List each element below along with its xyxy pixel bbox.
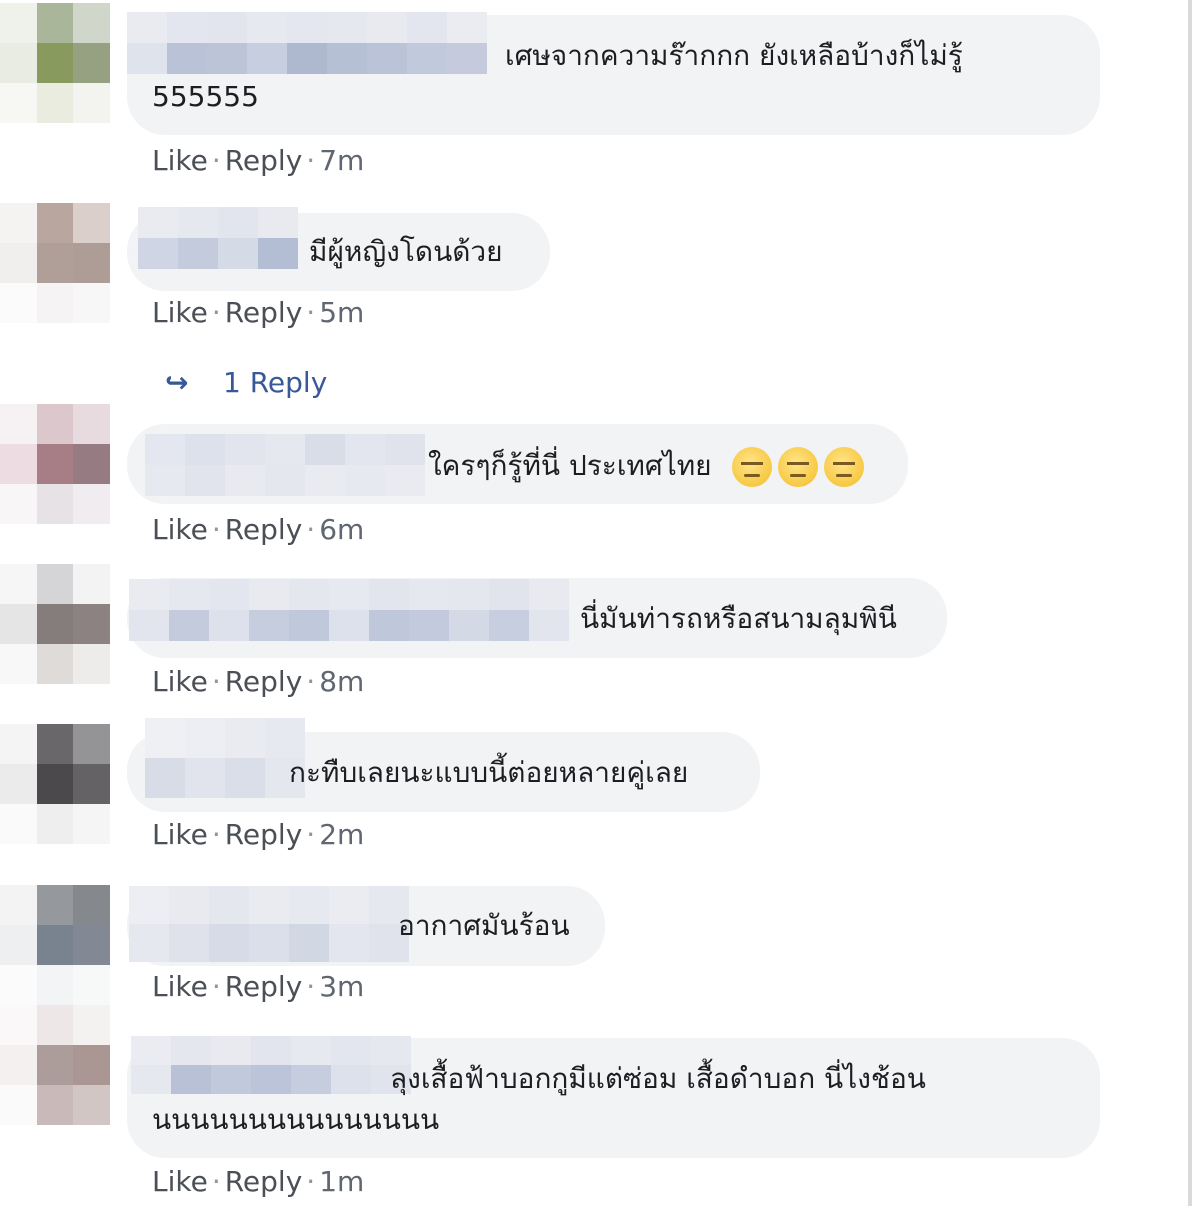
expressionless-face-icon: [778, 447, 819, 487]
reply-button[interactable]: Reply: [225, 296, 303, 329]
comment-actions: Like · Reply · 5m: [152, 295, 364, 331]
comment-text: เศษจากความร๊ากกก ยังเหลือบ้างก็ไม่รู้: [505, 39, 963, 72]
timestamp[interactable]: 5m: [319, 296, 364, 329]
comment-actions: Like · Reply · 7m: [152, 143, 364, 179]
separator: ·: [306, 513, 316, 546]
like-button[interactable]: Like: [152, 1165, 208, 1198]
timestamp[interactable]: 8m: [319, 665, 364, 698]
like-button[interactable]: Like: [152, 513, 208, 546]
like-button[interactable]: Like: [152, 665, 208, 698]
reply-button[interactable]: Reply: [225, 1165, 303, 1198]
blurred-author-name[interactable]: [145, 718, 305, 798]
like-button[interactable]: Like: [152, 296, 208, 329]
comment-text: กะทืบเลยนะแบบนี้ต่อยหลายคู่เลย: [289, 756, 689, 789]
comment-actions: Like · Reply · 3m: [152, 969, 364, 1005]
comment-actions: Like · Reply · 8m: [152, 664, 364, 700]
reply-button[interactable]: Reply: [225, 144, 303, 177]
scrollbar[interactable]: [1188, 0, 1192, 1206]
avatar[interactable]: [0, 404, 110, 524]
comment-text: อากาศมันร้อน: [398, 909, 570, 942]
avatar[interactable]: [0, 3, 110, 123]
comment-actions: Like · Reply · 6m: [152, 512, 364, 548]
timestamp[interactable]: 1m: [319, 1165, 364, 1198]
comment-text-continued: นนนนนนนนนนนนนนน: [152, 1103, 440, 1136]
like-button[interactable]: Like: [152, 818, 208, 851]
comment-text-label: ใครๆก็รู้ที่นี่ ประเทศไทย: [428, 449, 712, 482]
reply-button[interactable]: Reply: [225, 970, 303, 1003]
separator: ·: [211, 818, 221, 851]
timestamp[interactable]: 7m: [319, 144, 364, 177]
reply-button[interactable]: Reply: [225, 513, 303, 546]
avatar[interactable]: [0, 564, 110, 684]
separator: ·: [211, 665, 221, 698]
reply-button[interactable]: Reply: [225, 818, 303, 851]
separator: ·: [211, 513, 221, 546]
timestamp[interactable]: 6m: [319, 513, 364, 546]
separator: ·: [211, 970, 221, 1003]
separator: ·: [211, 296, 221, 329]
timestamp[interactable]: 2m: [319, 818, 364, 851]
separator: ·: [306, 1165, 316, 1198]
like-button[interactable]: Like: [152, 970, 208, 1003]
blurred-author-name[interactable]: [138, 207, 298, 269]
separator: ·: [306, 296, 316, 329]
view-replies-link[interactable]: ↪ 1 Reply: [165, 364, 327, 402]
comment-text: ใครๆก็รู้ที่นี่ ประเทศไทย: [428, 446, 865, 487]
comment-text: นี่มันท่ารถหรือสนามลุมพินี: [580, 602, 897, 635]
avatar[interactable]: [0, 885, 110, 1005]
blurred-author-name[interactable]: [129, 886, 409, 962]
blurred-author-name[interactable]: [129, 579, 569, 641]
comment-text: มีผู้หญิงโดนด้วย: [309, 235, 503, 268]
comment-text: ลุงเสื้อฟ้าบอกกูมีแต่ซ่อม เสื้อดำบอก นี่…: [390, 1062, 926, 1095]
reply-arrow-icon: ↪: [165, 366, 189, 399]
separator: ·: [211, 144, 221, 177]
like-button[interactable]: Like: [152, 144, 208, 177]
timestamp[interactable]: 3m: [319, 970, 364, 1003]
view-replies-label: 1 Reply: [223, 366, 328, 399]
comment-text-continued: 555555: [152, 80, 259, 113]
blurred-author-name[interactable]: [145, 434, 425, 496]
blurred-author-name[interactable]: [131, 1036, 411, 1094]
separator: ·: [211, 1165, 221, 1198]
expressionless-face-icon: [824, 447, 865, 487]
expressionless-face-icon: [732, 447, 773, 487]
avatar[interactable]: [0, 203, 110, 323]
avatar[interactable]: [0, 1005, 110, 1125]
separator: ·: [306, 665, 316, 698]
comment-actions: Like · Reply · 2m: [152, 817, 364, 853]
avatar[interactable]: [0, 724, 110, 844]
comment-actions: Like · Reply · 1m: [152, 1164, 364, 1200]
blurred-author-name[interactable]: [127, 12, 487, 74]
separator: ·: [306, 144, 316, 177]
separator: ·: [306, 970, 316, 1003]
separator: ·: [306, 818, 316, 851]
reply-button[interactable]: Reply: [225, 665, 303, 698]
